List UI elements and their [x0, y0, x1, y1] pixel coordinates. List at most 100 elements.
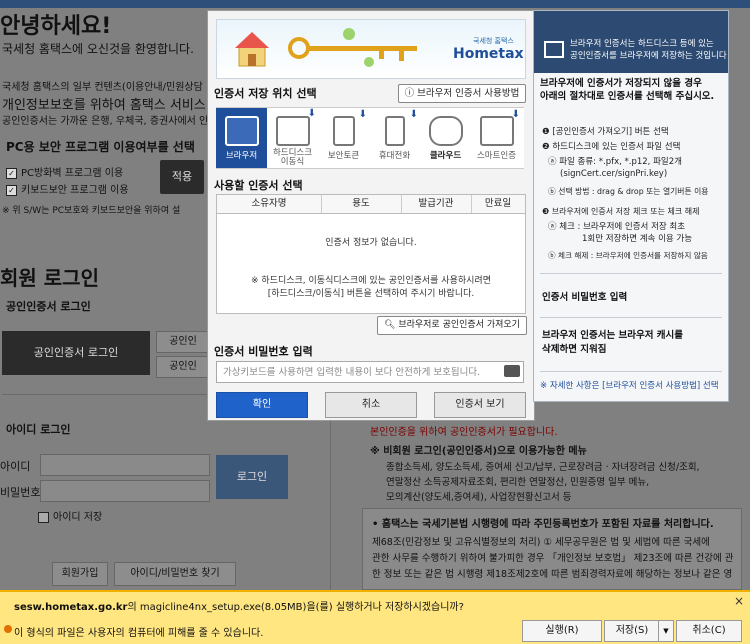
- empty-message: 인증서 정보가 없습니다.: [325, 238, 417, 248]
- download-warning: 이 형식의 파일은 사용자의 컴퓨터에 피해를 줄 수 있습니다.: [14, 628, 264, 639]
- cert-table: 소유자명 용도 발급기관 만료일 인증서 정보가 없습니다. ※ 하드디스크, …: [216, 194, 526, 314]
- law-line: 관한 사무를 수행하기 위하여 불가피한 경우 「개인정보 보호법」 제23조에…: [372, 553, 734, 564]
- side-cert-button[interactable]: 공인인: [156, 356, 210, 378]
- help-cache-note: 브라우저 인증서는 브라우저 캐시를 삭제하면 지워짐: [542, 330, 684, 355]
- divider: [540, 317, 722, 318]
- notice-line: 공인인증서는 가까운 은행, 우체국, 증권사에서 인: [2, 116, 209, 127]
- law-title: • 홈택스는 국세기본법 시행령에 따라 주민등록번호가 포함된 자료를 처리합…: [372, 519, 714, 530]
- location-browser[interactable]: 브라우저: [216, 108, 267, 168]
- cert-login-button[interactable]: 공인인증서 로그인: [2, 331, 150, 375]
- harddisk-icon: [275, 116, 310, 146]
- close-icon[interactable]: ×: [734, 594, 744, 608]
- browser-icon: [224, 116, 259, 146]
- help-header-text: 브라우저 인증서는 하드디스크 등에 있는 공인인증서를 브라우저에 저장하는 것…: [570, 39, 727, 61]
- browser-cert-help-panel: 브라우저 인증서는 하드디스크 등에 있는 공인인증서를 브라우저에 저장하는 것…: [533, 10, 729, 402]
- law-line: 제68조(민감정보 및 고유식별정보의 처리) ① 세무공무원은 법 및 세법에…: [372, 537, 710, 548]
- top-bar: [0, 0, 750, 8]
- question-icon: ⓘ: [404, 88, 418, 99]
- help-step: ❷ 하드디스크에 있는 인증서 파일 선택: [542, 142, 681, 152]
- location-mobile[interactable]: ⬇ 휴대전화: [369, 108, 420, 168]
- side-cert-button[interactable]: 공인인: [156, 331, 210, 353]
- view-cert-button[interactable]: 인증서 보기: [434, 392, 526, 418]
- help-step: ❶ [공인인증서 가져오기] 버튼 선택: [542, 127, 669, 137]
- divider: [540, 371, 722, 372]
- download-arrow-icon: ⬇: [307, 108, 316, 119]
- keyboard-security-checkbox[interactable]: ✓ 키보드보안 프로그램 이용: [6, 181, 129, 196]
- location-security-token[interactable]: ⬇ 보안토큰: [318, 108, 369, 168]
- virtual-keyboard-icon[interactable]: [504, 365, 520, 377]
- help-step: ⓐ 체크 : 브라우저에 인증서 저장 최초: [548, 222, 686, 232]
- check-icon: ✓: [6, 184, 17, 196]
- firewall-checkbox[interactable]: ✓ PC방화벽 프로그램 이용: [6, 164, 123, 179]
- cert-password-input[interactable]: 가상키보드를 사용하면 입력한 내용이 보다 안전하게 보호됩니다.: [216, 361, 524, 383]
- password-input[interactable]: [40, 480, 210, 502]
- brand-sub: 국세청 홈택스: [473, 37, 514, 45]
- help-step: ❸ 브라우저에 인증서 저장 체크 또는 체크 해제: [542, 207, 700, 216]
- login-button[interactable]: 로그인: [216, 455, 288, 499]
- cancel-button[interactable]: 취소: [325, 392, 417, 418]
- help-step: 1회만 저장하면 계속 이용 가능: [582, 234, 693, 244]
- noncert-menu-line: 모의계산(양도세,증여세), 사업장현황신고서 등: [386, 492, 572, 503]
- hometax-logo: Hometax.: [453, 46, 526, 62]
- token-icon: [332, 116, 355, 146]
- cert-hint: ※ 하드디스크, 이동식디스크에 있는 공인인증서를 사용하시려면 [하드디스크/…: [251, 276, 491, 299]
- table-header: 소유자명 용도 발급기관 만료일: [217, 195, 525, 214]
- law-line: 한 정보 또는 같은 법 시행령 제18조제2호에 따른 범죄경력자료에 해당하…: [372, 569, 733, 580]
- column-issuer: 발급기관: [401, 195, 472, 213]
- noncert-menu-line: 연말정산 소득공제자료조회, 편리한 연말정산, 민원증명 일부 메뉴,: [386, 477, 650, 488]
- id-login-label: 아이디 로그인: [6, 423, 71, 436]
- download-message: sesw.hometax.go.kr의 magicline4nx_setup.e…: [14, 602, 464, 613]
- member-login-title: 회원 로그인: [0, 266, 99, 290]
- divider: [540, 273, 722, 274]
- apply-button[interactable]: 적용: [160, 160, 204, 194]
- warning-icon: [4, 625, 12, 633]
- id-label: 아이디: [0, 460, 31, 473]
- column-expiry: 만료일: [484, 198, 512, 209]
- cert-required-notice: 본인인증을 위하여 공인인증서가 필요합니다.: [370, 427, 558, 438]
- import-cert-button[interactable]: 🔍︎ 브라우저로 공인인증서 가져오기: [377, 316, 527, 335]
- help-step: ⓑ 선택 방법 : drag & drop 또는 열기버튼 이용: [548, 187, 709, 196]
- download-arrow-icon: ⬇: [511, 109, 520, 120]
- password-title: 인증서 비밀번호 입력: [214, 345, 313, 358]
- save-button[interactable]: 저장(S): [604, 620, 660, 642]
- certificate-dialog: 국세청 홈택스 Hometax. 인증서 저장 위치 선택 ⓘ 브라우저 인증서…: [207, 10, 535, 421]
- notice-line: 개인정보보호를 위하여 홈택스 서비스: [2, 98, 206, 113]
- help-step: (signCert.cer/signPri.key): [560, 169, 668, 179]
- confirm-button[interactable]: 확인: [216, 392, 308, 418]
- security-note: ※ 위 S/W는 PC보호와 키보드보안을 위하여 설: [2, 206, 181, 216]
- welcome-text: 국세청 홈택스에 오신것을 환영합니다.: [2, 42, 194, 56]
- noncert-menu-title: ※ 비회원 로그인(공인인증서)으로 이용가능한 메뉴: [370, 446, 587, 457]
- find-id-password-button[interactable]: 아이디/비밀번호 찾기: [114, 562, 236, 586]
- cancel-download-button[interactable]: 취소(C): [676, 620, 742, 642]
- download-arrow-icon: ⬇: [358, 109, 367, 120]
- help-step: ⓐ 파일 종류: *.pfx, *.p12, 파일2개: [548, 157, 682, 167]
- check-icon: ✓: [6, 167, 17, 179]
- cert-login-label: 공인인증서 로그인: [6, 300, 91, 313]
- location-selector: 브라우저 ⬇ 하드디스크 이동식 ⬇ 보안토큰 ⬇ 휴대전화 클라우드 ⬇ 스마트인증: [216, 107, 524, 169]
- house-key-illustration: [235, 28, 417, 67]
- help-intro: 브라우저에 인증서가 저장되지 않을 경우 아래의 절차대로 인증서를 선택해 주…: [540, 78, 715, 102]
- help-pw-note: 인증서 비밀번호 입력: [542, 292, 628, 303]
- cert-list-title: 사용할 인증서 선택: [214, 179, 303, 192]
- save-dropdown-arrow-icon[interactable]: ▼: [658, 620, 674, 642]
- download-notification-bar: sesw.hometax.go.kr의 magicline4nx_setup.e…: [0, 590, 750, 644]
- noncert-menu-line: 종합소득세, 양도소득세, 증여세 신고/납부, 근로장려금 · 자녀장려금 신…: [386, 462, 700, 473]
- smart-auth-icon: [479, 116, 514, 146]
- help-footer-link[interactable]: ※ 자세한 사항은 [브라우저 인증서 사용방법] 선택: [540, 379, 719, 391]
- divider: [330, 400, 331, 590]
- browser-cert-help-button[interactable]: ⓘ 브라우저 인증서 사용방법: [398, 84, 526, 103]
- run-button[interactable]: 실행(R): [522, 620, 602, 642]
- notice-line: 국세청 홈택스의 일부 컨텐츠(이용안내/민원상담: [2, 82, 203, 93]
- greeting: 안녕하세요!: [0, 14, 112, 39]
- save-id-checkbox[interactable]: 아이디 저장: [38, 508, 102, 523]
- monitor-icon: [544, 41, 564, 58]
- column-usage: 용도: [321, 195, 402, 213]
- id-input[interactable]: [40, 454, 210, 476]
- search-icon: 🔍︎: [384, 320, 399, 330]
- location-harddisk[interactable]: ⬇ 하드디스크 이동식: [267, 108, 318, 168]
- location-cloud[interactable]: 클라우드: [420, 108, 471, 168]
- location-smart-auth[interactable]: ⬇ 스마트인증: [471, 108, 522, 168]
- join-button[interactable]: 회원가입: [52, 562, 108, 586]
- password-label: 비밀번호: [0, 486, 41, 499]
- help-panel-header: 브라우저 인증서는 하드디스크 등에 있는 공인인증서를 브라우저에 저장하는 것…: [534, 11, 728, 73]
